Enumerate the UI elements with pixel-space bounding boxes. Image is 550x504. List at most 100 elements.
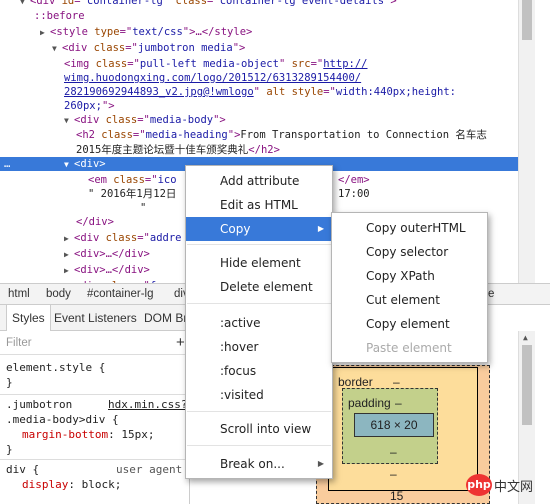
markup-token: <h2 — [76, 129, 102, 141]
rule-source-link[interactable]: hdx.min.css? — [108, 397, 187, 412]
menu-hide-element[interactable]: Hide element — [186, 251, 332, 275]
markup-token: <div>…</div> — [74, 264, 150, 276]
padding-top-value[interactable]: – — [395, 396, 402, 410]
dom-node-markup: ▼ <div class="media-body"> — [64, 113, 226, 128]
menu-separator — [187, 411, 331, 412]
breadcrumb-container-lg[interactable]: #container-lg — [87, 288, 153, 300]
new-style-rule-button[interactable]: + — [176, 334, 185, 351]
dom-tree-row[interactable]: 2015年度主题论坛暨十佳车颁奖典礼</h2> — [0, 143, 518, 157]
breadcrumb-e[interactable]: e — [488, 288, 494, 300]
breadcrumb-body[interactable]: body — [46, 288, 71, 300]
border-bottom-value[interactable]: – — [390, 467, 397, 481]
border-label: border — [338, 375, 373, 389]
menu-force-visited[interactable]: :visited — [186, 383, 332, 407]
menu-force-hover[interactable]: :hover — [186, 335, 332, 359]
markup-token: =" — [207, 0, 220, 7]
filter-input[interactable]: Filter — [6, 337, 32, 349]
box-model-content[interactable]: 618 × 20 — [354, 413, 434, 437]
markup-token: </div> — [76, 216, 114, 228]
expand-triangle-icon[interactable]: ▶ — [64, 232, 74, 246]
markup-token: =" — [74, 0, 87, 7]
dom-tree-row[interactable]: ▼ <div class="jumbotron media"> — [0, 41, 518, 55]
menu-force-focus[interactable]: :focus — [186, 359, 332, 383]
tab-styles[interactable]: Styles — [6, 305, 51, 332]
markup-token: class — [95, 58, 128, 70]
dom-tree-row[interactable]: <img class="pull-left media-object" src=… — [0, 57, 518, 71]
property-name: margin-bottom — [22, 428, 109, 441]
dom-tree-scrollbar[interactable] — [518, 0, 535, 283]
menu-separator — [187, 445, 331, 446]
markup-token: class — [101, 129, 133, 141]
menu-edit-as-html[interactable]: Edit as HTML — [186, 193, 332, 217]
markup-token: " — [140, 202, 147, 214]
menu-break-on[interactable]: Break on... ▶ — [186, 452, 332, 476]
rule-selector-2: .media-body>div { — [6, 413, 119, 426]
padding-bottom-value[interactable]: – — [390, 445, 397, 459]
markup-token: =" — [323, 86, 336, 98]
markup-token: 282190692944893_v2.jpg@!wmlogo — [64, 86, 254, 98]
php-logo: php — [466, 474, 492, 496]
markup-token: class — [105, 114, 138, 126]
menu-force-active[interactable]: :active — [186, 311, 332, 335]
dom-node-markup: ▼ <div class="jumbotron media"> — [52, 41, 245, 56]
expand-triangle-icon[interactable]: ▼ — [52, 42, 62, 56]
menu-copy-selector[interactable]: Copy selector — [332, 240, 487, 264]
markup-token: class — [175, 0, 208, 7]
site-watermark: php 中文网 — [466, 472, 544, 498]
dom-tree-row[interactable]: ::before — [0, 9, 518, 23]
context-menu: Add attribute Edit as HTML Copy ▶ Hide el… — [185, 165, 333, 479]
border-top-value[interactable]: – — [393, 375, 400, 389]
markup-token: =" — [310, 58, 324, 70]
dom-node-markup: ▶ <div>…</div> — [64, 263, 150, 278]
menu-copy-element[interactable]: Copy element — [332, 312, 487, 336]
rule-close: } — [6, 443, 13, 456]
more-options-icon[interactable]: … — [4, 157, 10, 171]
dom-node-markup: ▶ <div class="addre — [64, 231, 181, 246]
expand-triangle-icon[interactable]: ▶ — [40, 26, 50, 40]
css-property-margin-bottom[interactable]: margin-bottom: 15px; — [22, 427, 154, 442]
styles-filter[interactable]: Filter + — [0, 331, 189, 355]
submenu-arrow-icon: ▶ — [317, 459, 324, 468]
margin-bottom-value[interactable]: 15 — [390, 489, 403, 503]
markup-token: container-lg — [86, 0, 163, 7]
markup-token: media-body — [149, 114, 214, 126]
menu-copy-outerhtml[interactable]: Copy outerHTML — [332, 216, 487, 240]
menu-add-attribute[interactable]: Add attribute — [186, 169, 332, 193]
expand-triangle-icon[interactable]: ▼ — [20, 0, 30, 9]
markup-token: =" — [125, 42, 138, 54]
tab-event-listeners[interactable]: Event Listeners — [49, 305, 142, 331]
markup-token: <div — [74, 232, 106, 244]
markup-token: src — [291, 58, 311, 70]
markup-token: "> — [213, 114, 226, 126]
expand-triangle-icon[interactable]: ▶ — [64, 264, 74, 278]
markup-token: class — [113, 174, 145, 186]
dom-tree-row[interactable]: ▼ <div class="media-body"> — [0, 113, 518, 127]
expand-triangle-icon[interactable]: ▼ — [64, 158, 74, 172]
dom-tree-row[interactable]: 282190692944893_v2.jpg@!wmlogo" alt styl… — [0, 85, 518, 99]
scrollbar-thumb[interactable] — [522, 0, 532, 40]
css-property-display[interactable]: display: block; — [22, 477, 121, 492]
dom-node-markup: <em class="ico — [88, 173, 177, 187]
markup-token: type — [94, 26, 120, 38]
dom-tree-row[interactable]: 260px;"> — [0, 99, 518, 113]
menu-scroll-into-view[interactable]: Scroll into view — [186, 417, 332, 441]
markup-token: id — [61, 0, 75, 7]
dom-tree-row[interactable]: ▼ <div id="container-lg" class="container… — [0, 0, 518, 8]
dom-tree-row[interactable]: wimg.huodongxing.com/logo/201512/6313289… — [0, 71, 518, 85]
ua-rule-selector: div { — [6, 463, 40, 476]
rule-selector: .jumbotron — [6, 398, 73, 411]
expand-triangle-icon[interactable]: ▼ — [64, 114, 74, 128]
menu-delete-element[interactable]: Delete element — [186, 275, 332, 299]
scroll-up-icon[interactable]: ▲ — [523, 333, 528, 342]
expand-triangle-icon[interactable]: ▶ — [64, 248, 74, 262]
scrollbar-thumb[interactable] — [522, 345, 532, 425]
breadcrumb-html[interactable]: html — [8, 288, 30, 300]
dom-tree-row[interactable]: ▶ <style type="text/css">…</style> — [0, 25, 518, 39]
dom-tree-row[interactable]: <h2 class="media-heading">From Transport… — [0, 128, 518, 142]
markup-token: wimg.huodongxing.com/logo/201512/6313289… — [64, 72, 362, 84]
menu-copy-xpath[interactable]: Copy XPath — [332, 264, 487, 288]
menu-cut-element[interactable]: Cut element — [332, 288, 487, 312]
dom-node-markup: wimg.huodongxing.com/logo/201512/6313289… — [64, 71, 361, 85]
dom-node-markup: 282190692944893_v2.jpg@!wmlogo" alt styl… — [64, 85, 456, 99]
menu-copy[interactable]: Copy ▶ — [186, 217, 332, 241]
